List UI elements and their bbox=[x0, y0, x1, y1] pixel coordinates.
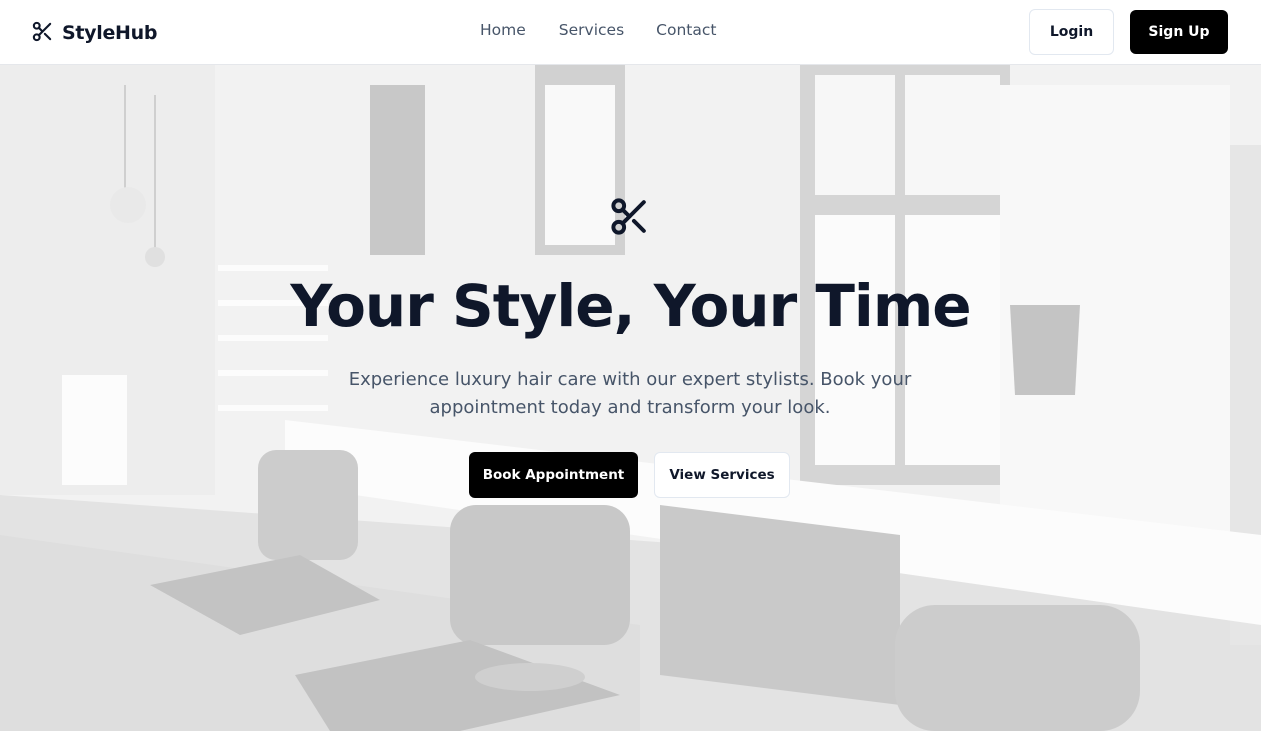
hero-title: Your Style, Your Time bbox=[290, 272, 971, 340]
scissors-icon bbox=[31, 20, 54, 47]
main-nav: Home Services Contact bbox=[480, 21, 716, 39]
nav-link-services[interactable]: Services bbox=[559, 21, 624, 39]
hero-subtitle: Experience luxury hair care with our exp… bbox=[348, 369, 912, 418]
view-services-button[interactable]: View Services bbox=[654, 452, 790, 498]
nav-link-contact[interactable]: Contact bbox=[656, 21, 716, 39]
brand-logo[interactable]: StyleHub bbox=[31, 20, 157, 46]
nav-link-home[interactable]: Home bbox=[480, 21, 526, 39]
signup-button[interactable]: Sign Up bbox=[1130, 10, 1228, 54]
brand-name: StyleHub bbox=[62, 22, 158, 44]
scissors-icon bbox=[608, 195, 651, 238]
navbar: StyleHub Home Services Contact Login Sig… bbox=[0, 0, 1261, 65]
login-button[interactable]: Login bbox=[1029, 9, 1114, 55]
hero-section: Your Style, Your Time Experience luxury … bbox=[0, 65, 1261, 731]
book-appointment-button[interactable]: Book Appointment bbox=[469, 452, 638, 498]
